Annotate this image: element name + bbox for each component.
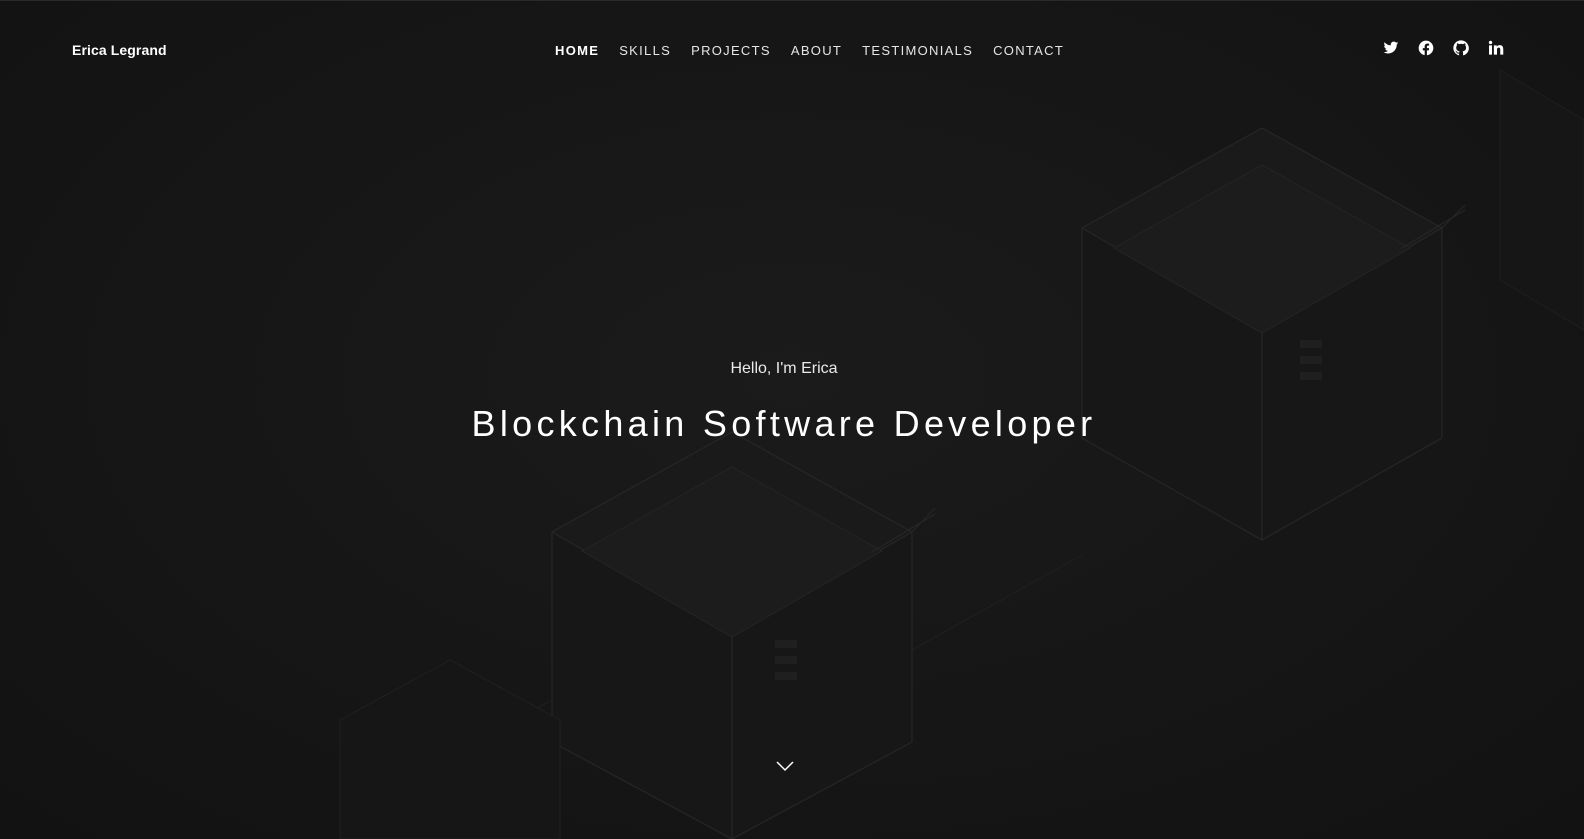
nav-item-contact[interactable]: CONTACT [993, 44, 1064, 58]
hero-title: Blockchain Software Developer [471, 403, 1097, 444]
hero-greeting: Hello, I'm Erica [730, 360, 838, 377]
facebook-icon[interactable] [1418, 40, 1434, 56]
brand-logo-text[interactable]: Erica Legrand [72, 42, 167, 58]
nav-item-testimonials[interactable]: TESTIMONIALS [862, 44, 973, 58]
social-links [1383, 40, 1504, 56]
nav-item-projects[interactable]: PROJECTS [691, 44, 771, 58]
nav-item-home[interactable]: HOME [555, 44, 599, 58]
nav-item-skills[interactable]: SKILLS [619, 44, 671, 58]
page: Erica Legrand HOME SKILLS PROJECTS ABOUT… [0, 0, 1584, 839]
main-nav: HOME SKILLS PROJECTS ABOUT TESTIMONIALS … [555, 44, 1084, 58]
site-header: Erica Legrand HOME SKILLS PROJECTS ABOUT… [0, 0, 1584, 100]
chevron-down-icon[interactable] [775, 758, 795, 774]
nav-item-about[interactable]: ABOUT [791, 44, 842, 58]
github-icon[interactable] [1453, 40, 1469, 56]
twitter-icon[interactable] [1383, 40, 1399, 56]
linkedin-icon[interactable] [1488, 40, 1504, 56]
